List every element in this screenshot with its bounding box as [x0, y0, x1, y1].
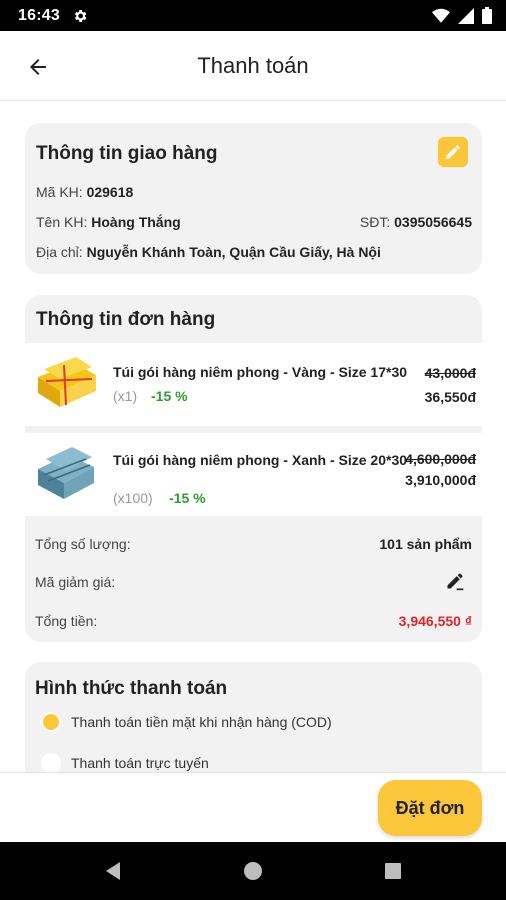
- circle-home-icon: [244, 862, 262, 880]
- edit-shipping-button[interactable]: [438, 137, 468, 167]
- total-qty-value: 101 sản phẩm: [379, 536, 472, 552]
- payment-option-cod[interactable]: Thanh toán tiền mặt khi nhận hàng (COD): [41, 712, 332, 732]
- system-nav-bar: [0, 842, 506, 900]
- order-info-title: Thông tin đơn hàng: [36, 309, 216, 330]
- total-qty-label: Tổng số lượng:: [35, 536, 131, 552]
- nav-home-button[interactable]: [241, 859, 265, 883]
- checkout-content[interactable]: Thông tin giao hàng Mã KH: 029618 Tên KH…: [0, 101, 506, 772]
- status-icons: [432, 7, 492, 24]
- status-bar: 16:43: [0, 0, 506, 31]
- product-qty: (x1): [113, 388, 138, 404]
- radio-button[interactable]: [41, 712, 61, 732]
- page-title: Thanh toán: [197, 53, 309, 78]
- customer-name-line: Tên KH: Hoàng Thắng: [36, 214, 181, 230]
- product-discount: -15 %: [151, 388, 188, 404]
- product-new-price: 3,910,000đ: [405, 472, 476, 488]
- pencil-icon: [447, 573, 464, 591]
- address-line: Địa chỉ: Nguyễn Khánh Toàn, Quận Cầu Giấ…: [36, 244, 381, 260]
- phone-label: SĐT:: [359, 214, 391, 230]
- payment-option-label: Thanh toán tiền mặt khi nhận hàng (COD): [71, 714, 332, 730]
- total-label: Tổng tiền:: [35, 613, 98, 629]
- customer-name-label: Tên KH:: [36, 214, 88, 230]
- product-discount: -15 %: [169, 490, 206, 506]
- status-time: 16:43: [18, 6, 60, 24]
- order-info-card: Thông tin đơn hàng Túi gói hàng niêm pho…: [25, 295, 482, 642]
- order-item[interactable]: Túi gói hàng niêm phong - Vàng - Size 17…: [25, 343, 482, 426]
- pencil-icon: [446, 145, 460, 159]
- place-order-button[interactable]: Đặt đơn: [378, 780, 482, 836]
- shipping-info-title: Thông tin giao hàng: [36, 143, 218, 164]
- settings-gear-icon: [74, 9, 87, 22]
- square-recents-icon: [385, 863, 401, 879]
- address-label: Địa chỉ:: [36, 244, 83, 260]
- signal-icon: [458, 7, 474, 24]
- customer-id-value: 029618: [86, 184, 134, 200]
- shipping-info-card: Thông tin giao hàng Mã KH: 029618 Tên KH…: [25, 123, 482, 274]
- phone-value: 0395056645: [394, 214, 472, 230]
- edit-coupon-button[interactable]: [444, 570, 466, 592]
- order-item[interactable]: Túi gói hàng niêm phong - Xanh - Size 20…: [25, 433, 482, 516]
- total-value: 3,946,550 ₫: [398, 613, 472, 629]
- product-image-blue-bag: [38, 447, 94, 499]
- app-bar: Thanh toán: [0, 31, 506, 101]
- product-new-price: 36,550đ: [424, 389, 476, 405]
- wifi-icon: [432, 8, 450, 23]
- customer-id-line: Mã KH: 029618: [36, 184, 133, 200]
- nav-back-button[interactable]: [101, 859, 125, 883]
- bottom-bar: Đặt đơn: [0, 772, 506, 842]
- radio-button[interactable]: [41, 753, 61, 772]
- product-old-price: 43,000đ: [424, 365, 476, 381]
- payment-option-online[interactable]: Thanh toán trực tuyến: [41, 753, 209, 772]
- coupon-label: Mã giảm giá:: [35, 574, 116, 590]
- battery-icon: [482, 7, 492, 24]
- phone-line: SĐT: 0395056645: [360, 214, 472, 230]
- product-name: Túi gói hàng niêm phong - Vàng - Size 17…: [113, 364, 408, 380]
- nav-recents-button[interactable]: [381, 859, 405, 883]
- customer-id-label: Mã KH:: [36, 184, 83, 200]
- product-name: Túi gói hàng niêm phong - Xanh - Size 20…: [113, 452, 408, 468]
- product-old-price: 4,600,000đ: [405, 451, 476, 467]
- product-image-yellow-bag: [38, 357, 96, 407]
- payment-method-card: Hình thức thanh toán Thanh toán tiền mặt…: [25, 662, 482, 772]
- payment-option-label: Thanh toán trực tuyến: [71, 755, 209, 771]
- product-qty: (x100): [113, 490, 153, 506]
- address-value: Nguyễn Khánh Toàn, Quận Cầu Giấy, Hà Nội: [86, 244, 381, 260]
- customer-name-value: Hoàng Thắng: [91, 214, 181, 230]
- payment-method-title: Hình thức thanh toán: [35, 678, 228, 699]
- triangle-back-icon: [106, 862, 120, 880]
